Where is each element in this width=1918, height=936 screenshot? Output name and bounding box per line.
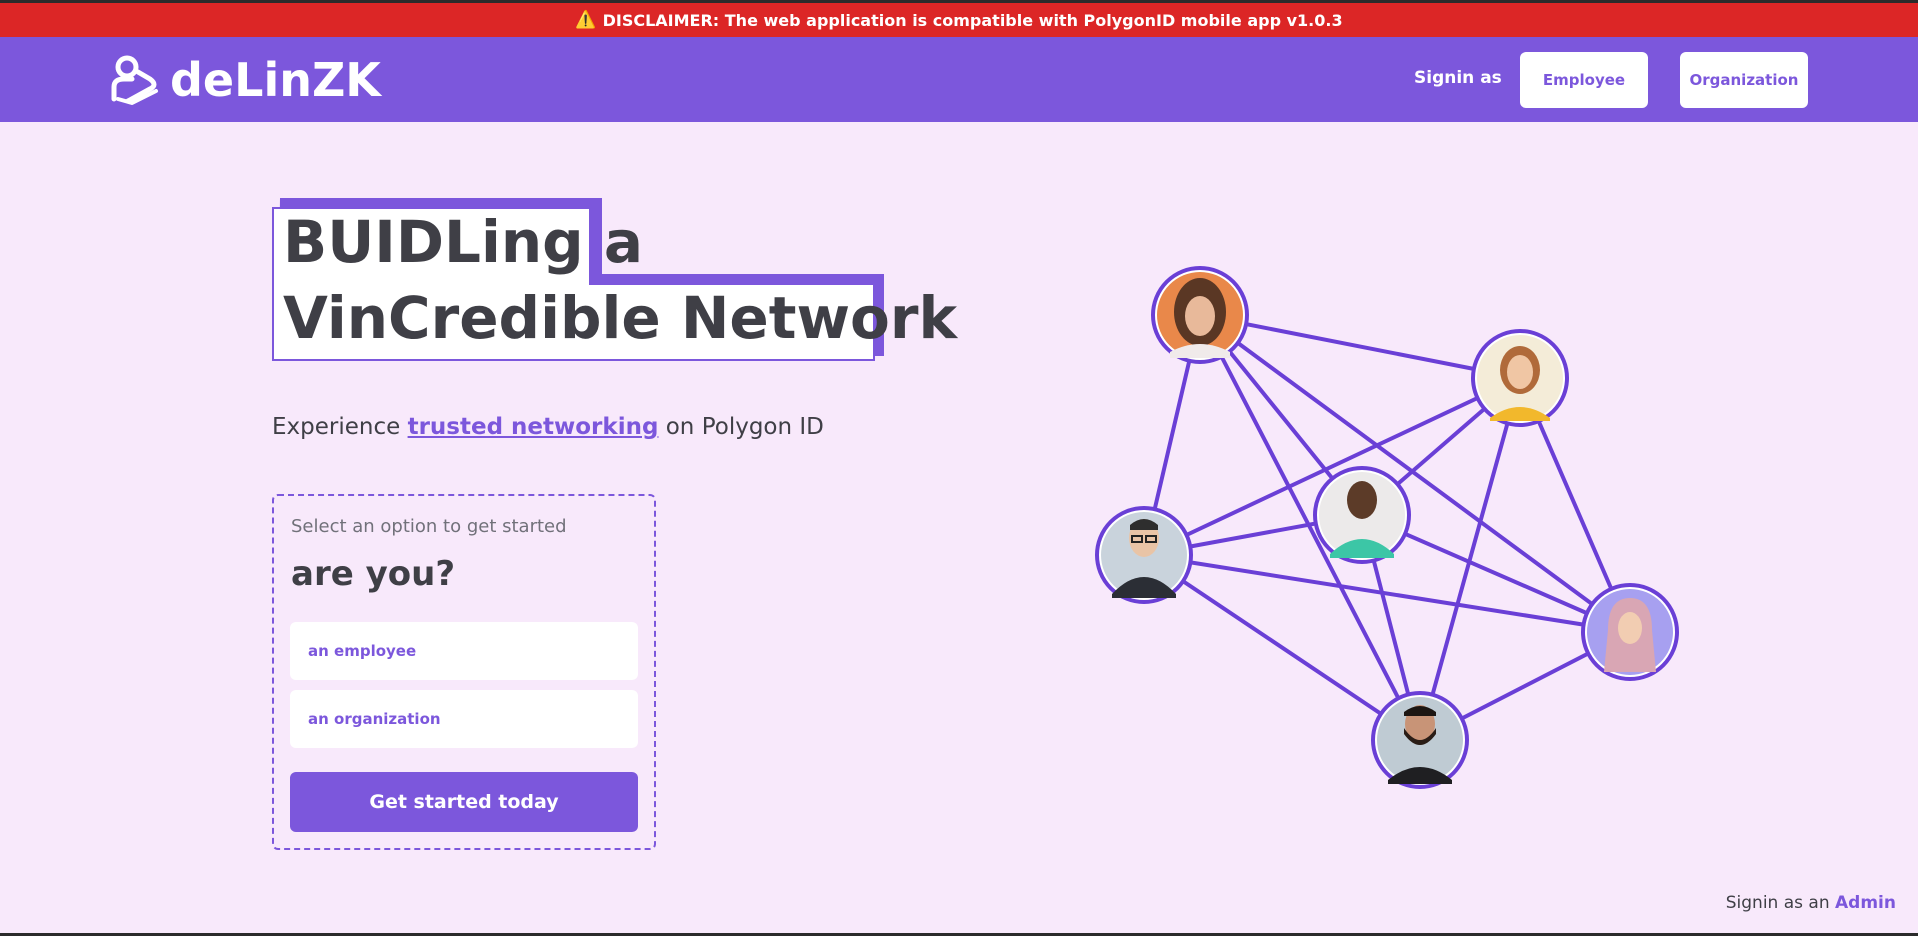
avatar-woman-yellow-top <box>1471 329 1569 427</box>
hero-headline: BUIDLing a VinCredible Network <box>272 196 957 362</box>
brand-logo[interactable]: deLinZK <box>110 55 381 105</box>
network-illustration <box>1095 266 1679 789</box>
option-organization-button[interactable]: an organization <box>290 690 638 748</box>
trusted-networking-link[interactable]: trusted networking <box>408 414 659 440</box>
option-employee-button[interactable]: an employee <box>290 622 638 680</box>
headline-line-1: BUIDLing a <box>283 208 644 276</box>
signin-as-label: Signin as <box>1414 68 1502 88</box>
warning-icon: ⚠️ <box>575 10 597 30</box>
card-hint: Select an option to get started <box>291 516 567 537</box>
delinzk-logo-icon <box>111 55 158 105</box>
signin-organization-button[interactable]: Organization <box>1680 52 1808 108</box>
hero-subtitle: Experience trusted networking on Polygon… <box>272 414 824 440</box>
avatar-woman-hijab <box>1581 583 1679 681</box>
brand-name: deLinZK <box>170 53 381 107</box>
avatar-man-smiling-green-shirt <box>1313 466 1411 564</box>
admin-signin-link[interactable]: Admin <box>1835 893 1896 913</box>
disclaimer-text: DISCLAIMER: The web application is compa… <box>602 10 1343 30</box>
signin-employee-button[interactable]: Employee <box>1520 52 1648 108</box>
get-started-button[interactable]: Get started today <box>290 772 638 832</box>
avatar-man-glasses-suit <box>1095 506 1193 604</box>
card-question: are you? <box>291 554 456 594</box>
subtitle-prefix: Experience <box>272 414 401 440</box>
disclaimer-banner: ⚠️ DISCLAIMER: The web application is co… <box>0 3 1918 37</box>
avatar-woman-curly-hair <box>1151 266 1249 364</box>
admin-signin: Signin as an Admin <box>1726 893 1896 913</box>
avatar-man-beard <box>1371 691 1469 789</box>
admin-prefix: Signin as an <box>1725 893 1830 913</box>
subtitle-suffix: on Polygon ID <box>665 414 824 440</box>
top-navbar: deLinZK Signin as Employee Organization <box>0 37 1918 122</box>
role-selection-card: Select an option to get started are you?… <box>272 494 656 850</box>
headline-line-2: VinCredible Network <box>283 284 958 352</box>
